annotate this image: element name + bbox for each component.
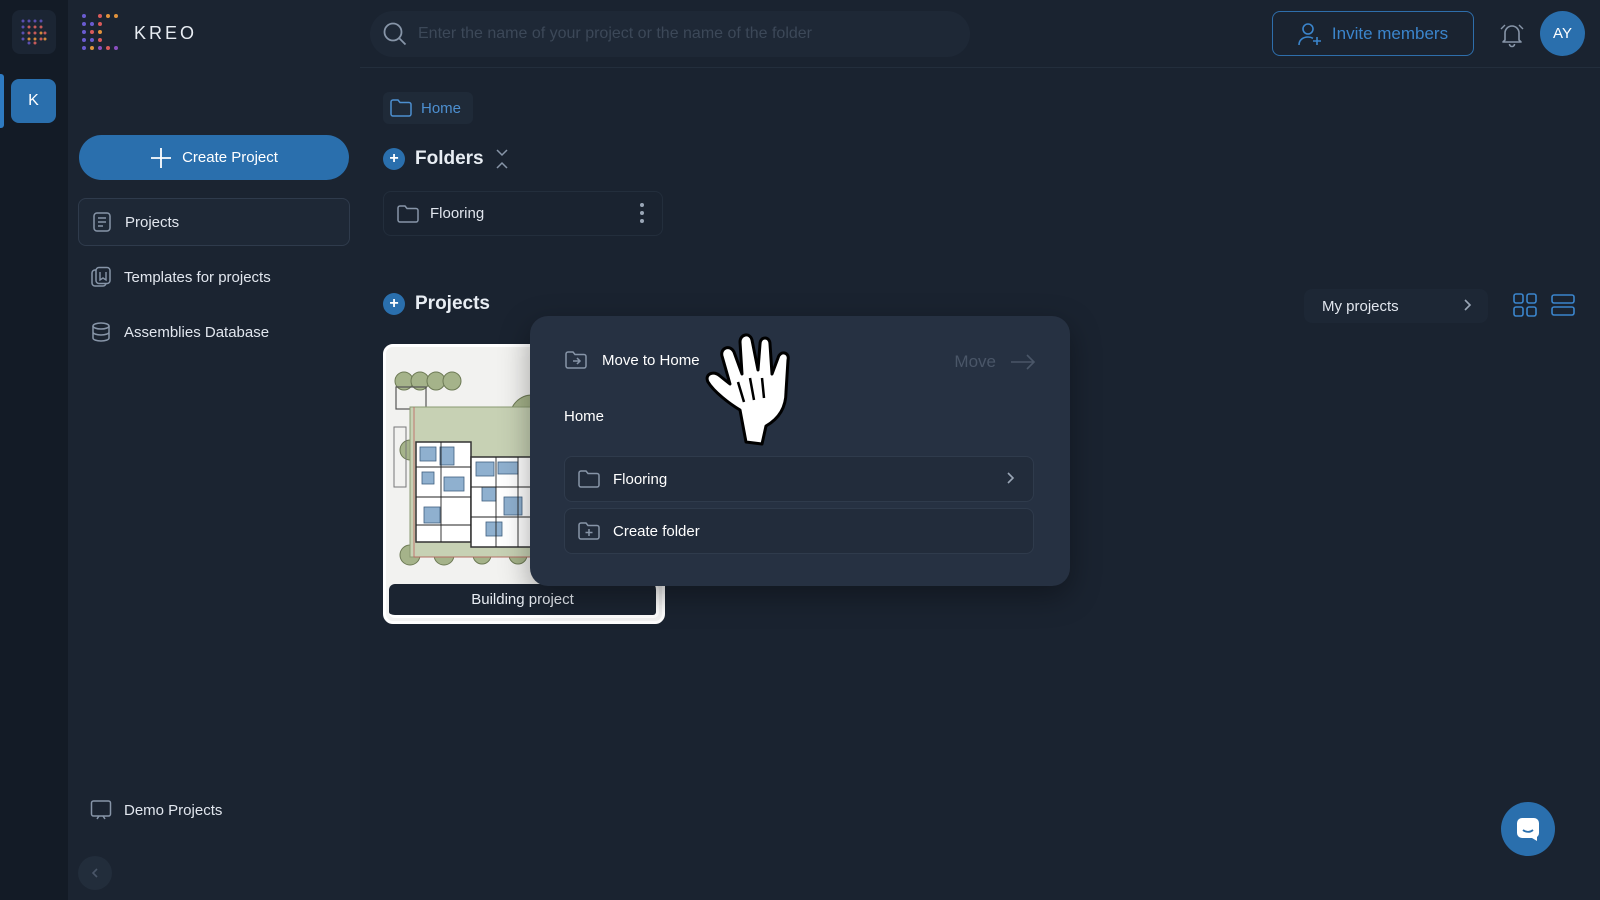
company-switcher[interactable]: K xyxy=(11,79,56,123)
create-project-button[interactable]: Create Project xyxy=(79,135,349,180)
kreo-logo-icon xyxy=(82,14,118,50)
plus-icon xyxy=(151,147,172,168)
projects-title: Projects xyxy=(415,293,490,314)
user-avatar[interactable]: AY xyxy=(1540,11,1585,56)
move-button[interactable]: Move xyxy=(954,352,1036,372)
projects-list-icon xyxy=(91,211,113,233)
add-user-icon xyxy=(1298,22,1321,45)
grid-view-icon[interactable] xyxy=(1512,292,1538,318)
move-folder-icon xyxy=(565,351,587,369)
database-icon xyxy=(90,321,112,343)
brand-name: KREO xyxy=(134,22,198,43)
projects-filter-label: My projects xyxy=(1322,297,1399,315)
brand[interactable]: KREO xyxy=(80,12,197,54)
templates-icon xyxy=(90,266,112,288)
create-project-label: Create Project xyxy=(182,149,278,166)
current-location-label: Home xyxy=(564,408,605,425)
folder-option-flooring[interactable]: Flooring xyxy=(564,456,1034,502)
project-name: Building project xyxy=(389,584,659,618)
projects-section-header: + Projects xyxy=(383,293,490,315)
active-company-indicator xyxy=(0,74,4,128)
presentation-icon xyxy=(90,799,112,821)
folder-icon xyxy=(390,99,412,117)
search-icon xyxy=(383,22,407,46)
sidebar-item-demo-projects[interactable]: Demo Projects xyxy=(78,786,350,834)
folder-card[interactable]: Flooring xyxy=(383,191,663,236)
folder-icon xyxy=(578,470,600,488)
move-popup-header: Move to Home xyxy=(564,350,700,370)
notifications-bell-icon[interactable] xyxy=(1498,20,1526,48)
folder-icon xyxy=(397,204,419,223)
add-folder-button[interactable]: + xyxy=(383,148,405,170)
folder-name: Flooring xyxy=(430,205,485,222)
search-bar[interactable] xyxy=(370,11,970,57)
move-to-folder-popup: Move to Home Move Home Flooring Create f… xyxy=(530,316,1070,586)
chevron-left-icon xyxy=(91,868,98,878)
add-project-button[interactable]: + xyxy=(383,293,405,315)
list-view-icon[interactable] xyxy=(1550,292,1576,318)
chevron-right-icon xyxy=(1464,299,1472,311)
create-folder-option[interactable]: Create folder xyxy=(564,508,1034,554)
collapse-expand-icon[interactable] xyxy=(494,146,510,172)
sidebar-item-assemblies[interactable]: Assemblies Database xyxy=(78,308,350,356)
search-input[interactable] xyxy=(418,25,958,43)
move-button-label: Move xyxy=(954,352,996,371)
breadcrumb[interactable]: Home xyxy=(383,92,474,124)
breadcrumb-home: Home xyxy=(421,99,462,117)
workspace-rail: K xyxy=(0,0,68,900)
folders-title: Folders xyxy=(415,148,484,169)
more-options-icon[interactable] xyxy=(640,203,644,223)
sidebar-item-label: Projects xyxy=(125,213,180,231)
sidebar-item-label: Templates for projects xyxy=(124,268,271,286)
add-folder-icon xyxy=(578,522,600,540)
topbar: Invite members AY xyxy=(360,0,1600,68)
sidebar-item-projects[interactable]: Projects xyxy=(78,198,350,246)
support-chat-button[interactable] xyxy=(1501,802,1555,856)
invite-members-label: Invite members xyxy=(1331,23,1449,43)
folder-option-label: Flooring xyxy=(613,470,668,488)
sidebar-item-templates[interactable]: Templates for projects xyxy=(78,253,350,301)
sidebar-item-label: Demo Projects xyxy=(124,801,223,819)
sidebar-item-label: Assemblies Database xyxy=(124,323,270,341)
apps-grid-icon[interactable] xyxy=(12,10,56,54)
move-popup-title: Move to Home xyxy=(602,351,700,369)
invite-members-button[interactable]: Invite members xyxy=(1272,11,1474,56)
arrow-right-icon xyxy=(1011,354,1036,370)
collapse-sidebar-button[interactable] xyxy=(78,856,112,890)
chevron-right-icon xyxy=(1007,472,1015,484)
chat-icon xyxy=(1517,818,1539,841)
folders-section-header: + Folders xyxy=(383,146,510,172)
sidebar: KREO Create Project Projects Templates f… xyxy=(68,0,360,900)
create-folder-label: Create folder xyxy=(613,522,700,540)
projects-filter-dropdown[interactable]: My projects xyxy=(1304,289,1488,323)
